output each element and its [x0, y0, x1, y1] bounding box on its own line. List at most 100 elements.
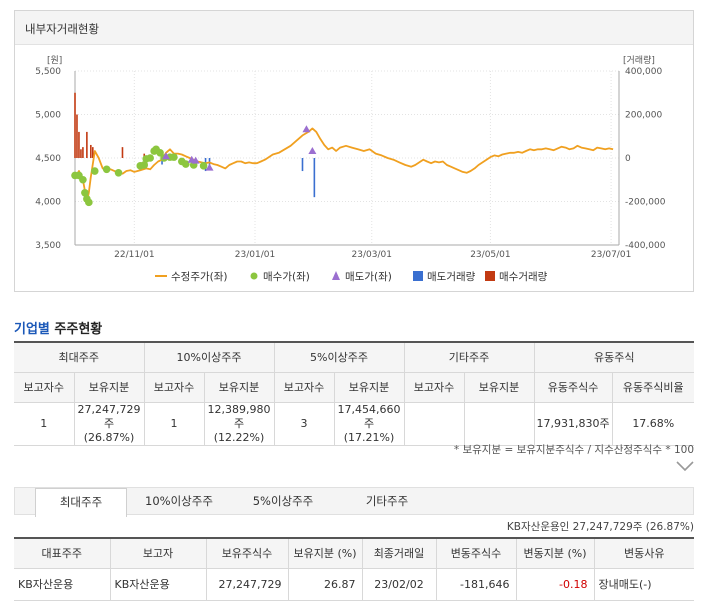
buy-volume-bar [121, 147, 124, 158]
col-rep-holder: 대표주주 [14, 537, 111, 569]
price-line [74, 127, 614, 203]
subheader: 보고자수 [143, 371, 205, 403]
shareholder-section-title: 기업별 주주현황 [14, 318, 102, 337]
pct-value: (26.87%) [83, 430, 135, 444]
group-header-row: 최대주주 10%이상주주 5%이상주주 기타주주 유동주식 [14, 341, 695, 373]
col-reason: 변동사유 [593, 537, 694, 569]
insider-trading-panel: 내부자거래현황 [원] [거래량] 5,500 5,000 4,500 4,000 3,50… [14, 10, 694, 292]
change-shares: -181,646 [435, 567, 517, 601]
right-tick-label: 200,000 [625, 111, 662, 121]
col-last-date: 최종거래일 [361, 537, 437, 569]
shares-value: 27,247,729주 [77, 402, 141, 430]
float-shares: 17,931,830주 [533, 401, 613, 446]
legend-label: 매수가(좌) [263, 271, 310, 283]
tab-max-holder[interactable]: 최대주주 [35, 488, 127, 517]
group-header-etc: 기타주주 [403, 341, 535, 373]
group-header-float: 유동주식 [533, 341, 695, 373]
tab-five-pct-holder[interactable]: 5%이상주주 [237, 488, 329, 516]
group-header-ten: 10%이상주주 [143, 341, 275, 373]
legend-label: 매수거래량 [499, 271, 548, 283]
holder-detail-table: 대표주주 보고자 보유주식수 보유지분 (%) 최종거래일 변동주식수 변동지분… [14, 537, 694, 601]
subheader: 보유지분 [463, 371, 535, 403]
table-row: 1 27,247,729주 (26.87%) 1 12,389,980주 (12.2… [14, 401, 695, 446]
group-header-five: 5%이상주주 [273, 341, 405, 373]
left-tick-label: 4,500 [35, 154, 61, 164]
five-holder-shares: 17,454,660주 (17.21%) [333, 401, 405, 446]
buy-volume-bar [80, 149, 82, 158]
max-holder-shares: 27,247,729주 (26.87%) [73, 401, 145, 446]
buy-volume-bar [90, 144, 92, 158]
legend-swatch [485, 271, 495, 281]
sell-volume-bar [301, 158, 304, 172]
sell-price-point [308, 147, 317, 155]
col-change-shares: 변동주식수 [435, 537, 517, 569]
etc-holder-shares [463, 401, 535, 446]
legend-swatch [332, 271, 340, 280]
etc-holder-count [403, 401, 465, 446]
buy-price-point [79, 175, 87, 184]
buy-price-point [181, 160, 190, 168]
change-reason: 장내매도(-) [593, 567, 694, 601]
x-tick-label: 23/01/01 [235, 250, 275, 260]
subheader: 보유지분 [203, 371, 275, 403]
buy-price-point [199, 162, 208, 170]
left-axis-unit: [원] [47, 55, 62, 66]
tab-ten-pct-holder[interactable]: 10%이상주주 [133, 488, 225, 516]
x-tick-label: 22/11/01 [114, 250, 154, 260]
left-tick-label: 5,500 [35, 67, 61, 77]
left-tick-label: 4,000 [35, 198, 61, 208]
reporter: KB자산운용 [109, 567, 207, 601]
detail-header-row: 대표주주 보고자 보유주식수 보유지분 (%) 최종거래일 변동주식수 변동지분… [14, 537, 694, 569]
buy-price-point [90, 167, 99, 175]
max-holder-count: 1 [14, 401, 75, 446]
sell-price-point [302, 125, 311, 133]
right-axis-unit: [거래량] [623, 54, 655, 66]
table-row: KB자산운용 KB자산운용 27,247,729 26.87 23/02/02 … [14, 567, 694, 601]
change-pct: -0.18 [515, 567, 595, 601]
pct-value: (17.21%) [343, 430, 395, 444]
shareholder-tabs: 최대주주 10%이상주주 5%이상주주 기타주주 [14, 487, 694, 517]
section-title-rest: 주주현황 [49, 322, 103, 337]
pct-value: (12.22%) [213, 430, 265, 444]
last-date: 23/02/02 [361, 567, 437, 601]
shares: 27,247,729 [205, 567, 289, 601]
buy-price-point [114, 168, 123, 177]
right-tick-label: -200,000 [625, 198, 666, 208]
section-title-highlight: 기업별 [14, 322, 50, 337]
legend-label: 매도가(좌) [345, 271, 392, 283]
x-tick-label: 23/03/01 [352, 250, 392, 260]
legend-swatch [413, 271, 423, 281]
chevron-down-icon[interactable] [676, 460, 694, 472]
shares-value: 17,454,660주 [337, 402, 401, 430]
subheader: 보유지분 [333, 371, 405, 403]
col-shares: 보유주식수 [205, 537, 289, 569]
group-header-max: 최대주주 [14, 341, 145, 373]
shareholder-summary-table: 최대주주 10%이상주주 5%이상주주 기타주주 유동주식 보고자수 보유지분 … [14, 341, 695, 446]
col-reporter: 보고자 [109, 537, 207, 569]
col-pct: 보유지분 (%) [287, 537, 363, 569]
left-tick-label: 5,000 [35, 111, 61, 121]
tab-other-holder[interactable]: 기타주주 [341, 488, 433, 516]
buy-price-point [85, 198, 93, 207]
col-change-pct: 변동지분 (%) [515, 537, 595, 569]
buy-price-point [102, 165, 111, 174]
buy-volume-bar [76, 114, 78, 158]
insider-trading-chart: [원] [거래량] 5,500 5,000 4,500 4,000 3,500 400,000… [35, 54, 666, 283]
x-tick-label: 23/05/01 [470, 250, 510, 260]
five-holder-count: 3 [273, 401, 335, 446]
rep-holder: KB자산운용 [14, 567, 111, 601]
shares-value: 12,389,980주 [207, 402, 271, 430]
legend-label: 매도거래량 [427, 271, 476, 283]
float-ratio: 17.68% [611, 401, 695, 446]
ten-holder-shares: 12,389,980주 (12.22%) [203, 401, 275, 446]
ownership-note: * 보유지분 = 보유지분주식수 / 지수산정주식수 * 100 [453, 444, 694, 456]
left-tick-label: 3,500 [35, 241, 61, 251]
sell-volume-bar [313, 158, 316, 198]
buy-price-point [146, 154, 154, 162]
subheader: 유동주식비율 [611, 371, 695, 403]
holder-summary: KB자산운용인 27,247,729주 (26.87%) [506, 521, 694, 533]
buy-price-point [170, 153, 178, 161]
x-tick-label: 23/07/01 [591, 250, 631, 260]
legend-swatch [250, 272, 258, 280]
sub-header-row: 보고자수 보유지분 보고자수 보유지분 보고자수 보유지분 보고자수 보유지분 … [14, 371, 695, 403]
